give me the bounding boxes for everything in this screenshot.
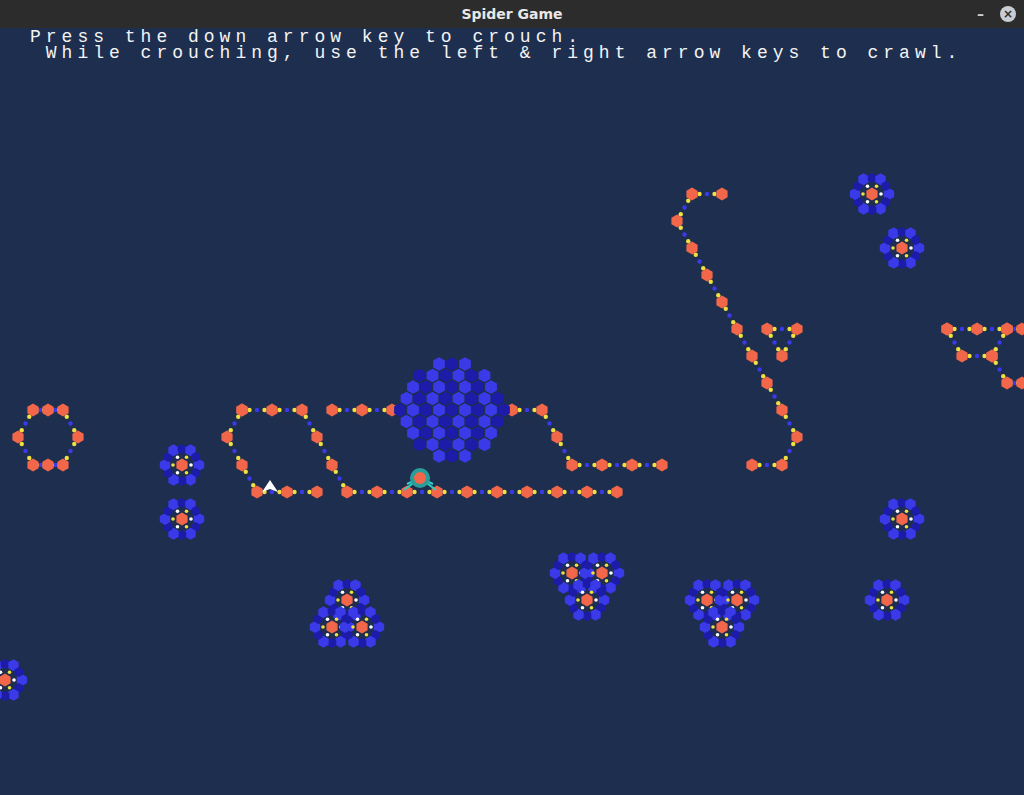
minimize-button[interactable]: – — [973, 6, 988, 22]
window-buttons: –× — [973, 0, 1016, 28]
web-rosette — [880, 498, 924, 540]
web-rosette — [700, 606, 744, 648]
hex-cluster — [394, 357, 510, 463]
web-rosette — [880, 227, 924, 269]
web-nodes — [12, 188, 1024, 499]
marker-icon — [262, 480, 278, 492]
web-rosette — [850, 173, 894, 215]
instruction-line: While crouching, use the left & right ar… — [30, 45, 962, 61]
web-rosette — [0, 659, 27, 701]
web-strands — [20, 192, 1021, 494]
web-rosette — [865, 579, 909, 621]
instruction-line: Press the down arrow key to crouch. — [30, 29, 962, 45]
title-bar: Spider Game –× — [0, 0, 1024, 28]
web-rosette — [160, 444, 204, 486]
web-rosette — [565, 579, 609, 621]
web-rosette — [340, 606, 384, 648]
spider-icon[interactable] — [404, 468, 436, 490]
instructions: Press the down arrow key to crouch. Whil… — [0, 28, 962, 61]
close-button[interactable]: × — [1000, 6, 1016, 22]
game-canvas — [0, 28, 1024, 795]
window-title: Spider Game — [461, 6, 562, 22]
game-area: Press the down arrow key to crouch. Whil… — [0, 28, 1024, 795]
web-rosette — [310, 606, 354, 648]
web-rosette — [160, 498, 204, 540]
